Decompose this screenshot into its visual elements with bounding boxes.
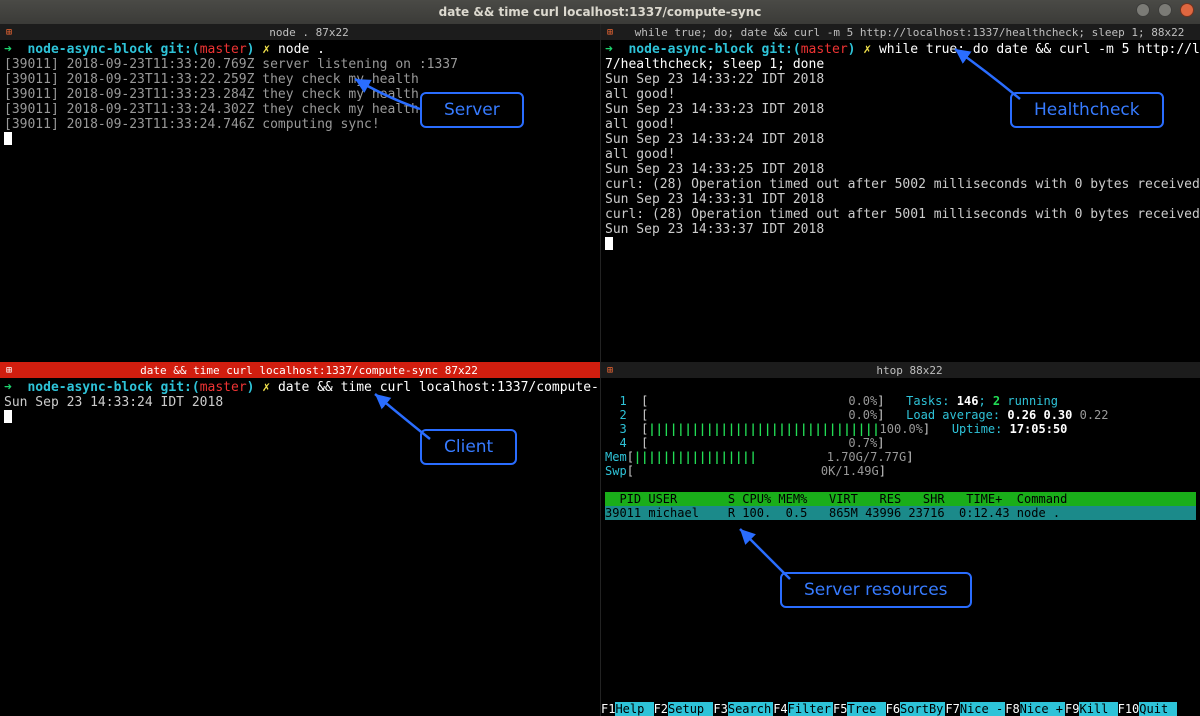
window-controls [1136, 3, 1194, 17]
cursor [605, 237, 613, 250]
cursor [4, 410, 12, 423]
minimize-button[interactable] [1136, 3, 1150, 17]
tab-title: date && time curl localhost:1337/compute… [18, 364, 600, 377]
pane-server[interactable]: ⊞ node . 87x22 ➜ node-async-block git:(m… [0, 24, 600, 362]
tab-title: while true; do; date && curl -m 5 http:/… [619, 26, 1200, 39]
pane-tab-htop[interactable]: ⊞ htop 88x22 [601, 362, 1200, 378]
tab-title: node . 87x22 [18, 26, 600, 39]
maximize-button[interactable] [1158, 3, 1172, 17]
window-title: date && time curl localhost:1337/compute… [439, 5, 762, 19]
tab-icon: ⊞ [603, 27, 617, 38]
terminal-output-server[interactable]: ➜ node-async-block git:(master) ✗ node .… [0, 40, 600, 149]
tab-icon: ⊞ [2, 27, 16, 38]
tab-title: htop 88x22 [619, 364, 1200, 377]
htop-fkeys[interactable]: F1Help F2Setup F3SearchF4FilterF5Tree F6… [601, 702, 1200, 716]
pane-tab-server[interactable]: ⊞ node . 87x22 [0, 24, 600, 40]
htop-process-row[interactable]: 39011 michael R 100. 0.5 865M 43996 2371… [605, 506, 1196, 520]
htop-header: PID USER S CPU% MEM% VIRT RES SHR TIME+ … [605, 492, 1196, 506]
pane-tab-client[interactable]: ⊞ date && time curl localhost:1337/compu… [0, 362, 600, 378]
pane-tab-healthcheck[interactable]: ⊞ while true; do; date && curl -m 5 http… [601, 24, 1200, 40]
pane-htop[interactable]: ⊞ htop 88x22 1 [0.0%] Tasks: 146; 2 runn… [600, 362, 1200, 716]
cursor [4, 132, 12, 145]
tab-icon: ⊞ [2, 365, 16, 376]
terminal-output-client[interactable]: ➜ node-async-block git:(master) ✗ date &… [0, 378, 600, 427]
terminal-output-healthcheck[interactable]: ➜ node-async-block git:(master) ✗ while … [601, 40, 1200, 254]
window-titlebar: date && time curl localhost:1337/compute… [0, 0, 1200, 24]
htop-output[interactable]: 1 [0.0%] Tasks: 146; 2 running 2 [0.0%] … [601, 378, 1200, 550]
close-button[interactable] [1180, 3, 1194, 17]
tab-icon: ⊞ [603, 365, 617, 376]
pane-healthcheck[interactable]: ⊞ while true; do; date && curl -m 5 http… [600, 24, 1200, 362]
pane-client[interactable]: ⊞ date && time curl localhost:1337/compu… [0, 362, 600, 716]
